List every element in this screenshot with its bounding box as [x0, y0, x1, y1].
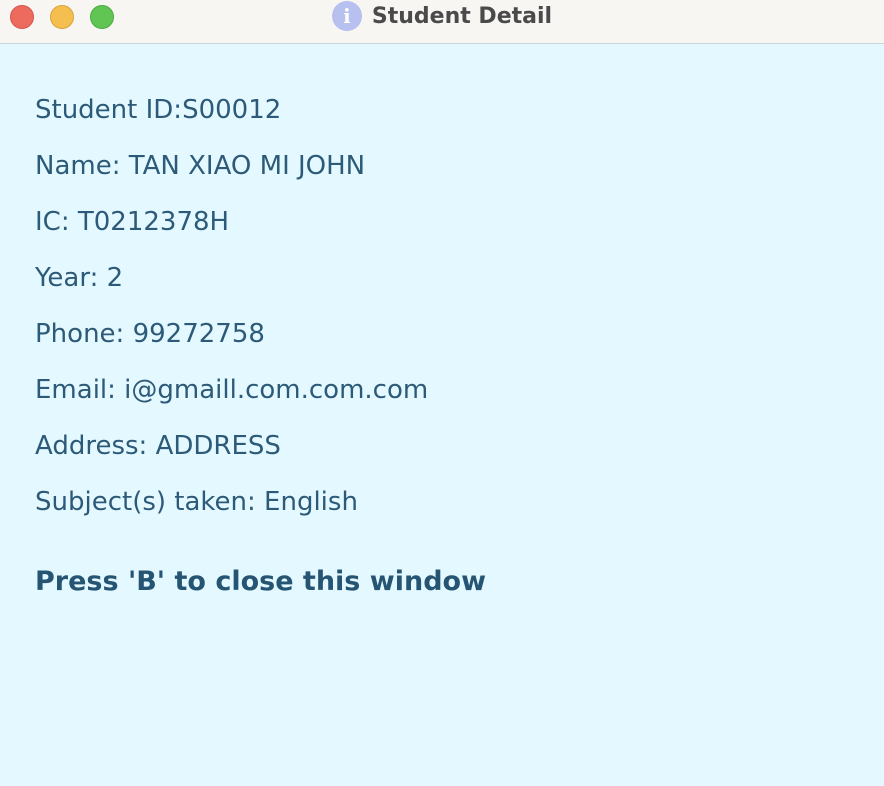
close-instruction: Press 'B' to close this window: [35, 566, 487, 597]
title-bar: i Student Detail: [0, 0, 884, 44]
info-icon: i: [331, 1, 362, 31]
student-details: Student ID:S00012 Name: TAN XIAO MI JOHN…: [35, 82, 428, 530]
student-email-line: Email: i@gmaill.com.com.com: [35, 375, 429, 405]
student-subjects-line: Subject(s) taken: English: [35, 487, 358, 517]
title-group: i Student Detail: [0, 0, 884, 32]
student-name-line: Name: TAN XIAO MI JOHN: [35, 151, 366, 181]
student-address-line: Address: ADDRESS: [35, 431, 281, 461]
student-detail-window: i Student Detail Student ID:S00012 Name:…: [0, 0, 884, 786]
student-year-line: Year: 2: [35, 263, 124, 293]
student-ic-line: IC: T0212378H: [35, 207, 230, 237]
student-phone-line: Phone: 99272758: [35, 319, 265, 349]
student-id-line: Student ID:S00012: [35, 95, 282, 125]
window-title: Student Detail: [371, 3, 553, 29]
